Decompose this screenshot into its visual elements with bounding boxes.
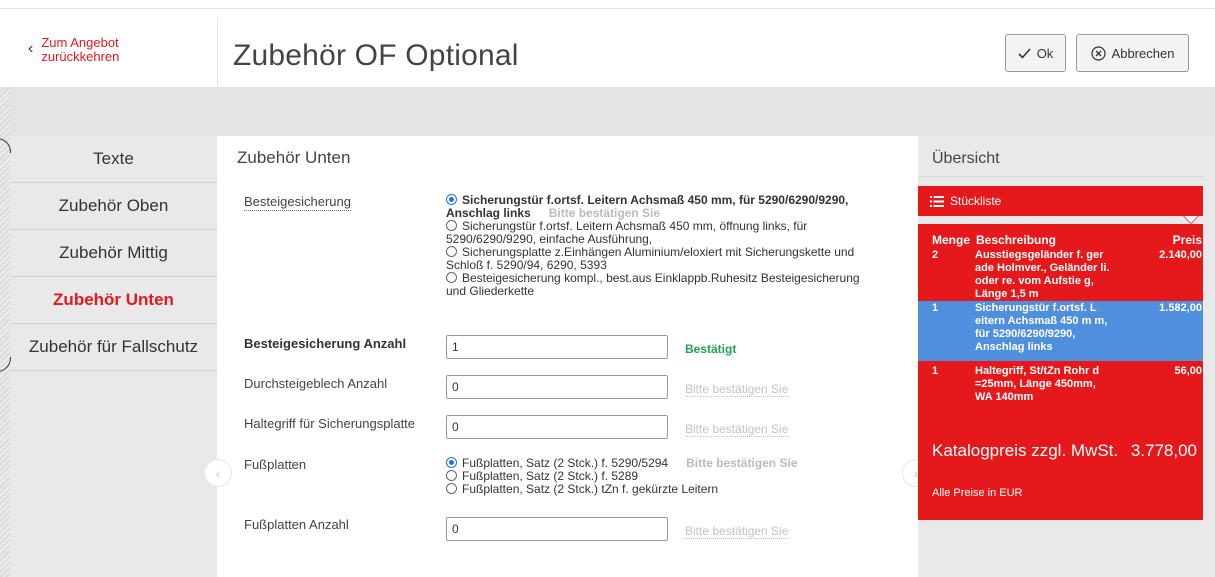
nav-item-zubehoer-unten[interactable]: Zubehör Unten bbox=[10, 277, 217, 324]
radio-option[interactable]: Fußplatten, Satz (2 Stck.) tZn f. gekürz… bbox=[446, 483, 876, 496]
radio-unchecked-icon[interactable] bbox=[446, 272, 457, 283]
col-beschreibung: Beschreibung bbox=[976, 233, 1057, 247]
confirm-hint[interactable]: Bitte bestätigen Sie bbox=[685, 422, 789, 437]
confirm-hint[interactable]: Bitte bestätigen Sie bbox=[686, 456, 797, 470]
total-label: Katalogpreis zzgl. MwSt. bbox=[932, 441, 1119, 460]
back-link-label: Zum Angebot zurückkehren bbox=[41, 35, 120, 64]
radio-checked-icon[interactable] bbox=[446, 194, 457, 205]
radio-option[interactable]: Sicherungsplatte z.Einhängen Aluminium/e… bbox=[446, 246, 876, 272]
catalog-price-total: Katalogpreis zzgl. MwSt. 3.778,00 bbox=[932, 442, 1197, 459]
table-row[interactable]: 1 Haltegriff, St/tZn Rohr d =25mm, Länge… bbox=[918, 365, 1203, 405]
cancel-button[interactable]: Abbrechen bbox=[1076, 34, 1189, 72]
radio-unchecked-icon[interactable] bbox=[446, 483, 457, 494]
nav-item-zubehoer-mittig[interactable]: Zubehör Mittig bbox=[10, 230, 217, 277]
stueckliste-table: Menge Beschreibung Preis 2 Ausstiegsgelä… bbox=[918, 224, 1203, 520]
haltegriff-label: Haltegriff für Sicherungsplatte bbox=[244, 416, 416, 431]
radio-option[interactable]: Sicherungstür f.ortsf. Leitern Achsmaß 4… bbox=[446, 194, 876, 220]
radio-unchecked-icon[interactable] bbox=[446, 246, 457, 257]
main-panel: Zubehör Unten Besteigesicherung Sicherun… bbox=[217, 136, 917, 577]
nav-item-zubehoer-oben[interactable]: Zubehör Oben bbox=[10, 183, 217, 230]
total-value: 3.778,00 bbox=[1130, 441, 1197, 460]
nav-item-texte[interactable]: Texte bbox=[10, 136, 217, 183]
besteigesicherung-anzahl-label: Besteigesicherung Anzahl bbox=[244, 336, 407, 351]
toolbar-band bbox=[10, 87, 1215, 136]
radio-checked-icon[interactable] bbox=[446, 457, 457, 468]
radio-unchecked-icon[interactable] bbox=[446, 220, 457, 231]
radio-unchecked-icon[interactable] bbox=[446, 470, 457, 481]
nav-item-zubehoer-fallschutz[interactable]: Zubehör für Fallschutz bbox=[10, 324, 217, 371]
durchsteigeblech-anzahl-input[interactable] bbox=[446, 375, 668, 399]
overview-panel: Übersicht Stückliste Menge Beschreibung … bbox=[918, 136, 1215, 577]
besteigesicherung-options: Sicherungstür f.ortsf. Leitern Achsmaß 4… bbox=[446, 194, 876, 298]
stueckliste-label: Stückliste bbox=[950, 194, 1002, 208]
col-preis: Preis bbox=[1172, 233, 1202, 247]
page-title: Zubehör OF Optional bbox=[233, 39, 519, 72]
caret-inner bbox=[1184, 216, 1198, 223]
chevron-left-icon[interactable]: ‹ bbox=[204, 459, 232, 487]
durchsteigeblech-anzahl-label: Durchsteigeblech Anzahl bbox=[244, 376, 388, 391]
side-hatch bbox=[0, 87, 10, 577]
fussplatten-label: Fußplatten bbox=[244, 457, 307, 472]
table-row-selected[interactable]: 1 Sicherungstür f.ortsf. L eitern Achsma… bbox=[918, 301, 1203, 361]
back-to-offer-link[interactable]: ‹ Zum Angebot zurückkehren bbox=[28, 36, 151, 64]
list-icon bbox=[930, 195, 944, 207]
header-divider bbox=[217, 18, 218, 86]
confirm-hint[interactable]: Bitte bestätigen Sie bbox=[549, 206, 660, 220]
col-menge: Menge bbox=[932, 233, 971, 247]
confirmed-status: Bestätigt bbox=[685, 342, 737, 356]
besteigesicherung-label: Besteigesicherung bbox=[244, 194, 351, 211]
overview-divider bbox=[918, 176, 1203, 177]
confirm-hint[interactable]: Bitte bestätigen Sie bbox=[685, 524, 789, 539]
currency-note: Alle Preise in EUR bbox=[932, 487, 1023, 499]
chevron-left-icon: ‹ bbox=[28, 40, 34, 57]
confirm-hint[interactable]: Bitte bestätigen Sie bbox=[685, 382, 789, 397]
top-divider bbox=[0, 8, 1215, 9]
radio-option[interactable]: Besteigesicherung kompl., best.aus Einkl… bbox=[446, 272, 876, 298]
besteigesicherung-anzahl-input[interactable] bbox=[446, 335, 668, 359]
ok-label: Ok bbox=[1036, 45, 1054, 61]
ok-button[interactable]: Ok bbox=[1005, 34, 1066, 72]
radio-option[interactable]: Sicherungstür f.ortsf. Leitern Achsmaß 4… bbox=[446, 220, 876, 246]
left-nav: Texte Zubehör Oben Zubehör Mittig Zubehö… bbox=[10, 136, 217, 577]
fussplatten-anzahl-label: Fußplatten Anzahl bbox=[244, 517, 349, 532]
stueckliste-header[interactable]: Stückliste bbox=[918, 186, 1203, 216]
haltegriff-input[interactable] bbox=[446, 415, 668, 439]
cancel-label: Abbrechen bbox=[1111, 45, 1175, 61]
check-icon bbox=[1018, 47, 1031, 59]
table-row[interactable]: 2 Ausstiegsgeländer f. ger ade Holmver.,… bbox=[918, 249, 1203, 301]
fussplatten-anzahl-input[interactable] bbox=[446, 517, 668, 541]
fussplatten-options: Fußplatten, Satz (2 Stck.) f. 5290/5294 B… bbox=[446, 457, 876, 496]
overview-title: Übersicht bbox=[932, 150, 1000, 167]
section-title: Zubehör Unten bbox=[237, 148, 351, 167]
close-circle-icon bbox=[1090, 45, 1106, 61]
